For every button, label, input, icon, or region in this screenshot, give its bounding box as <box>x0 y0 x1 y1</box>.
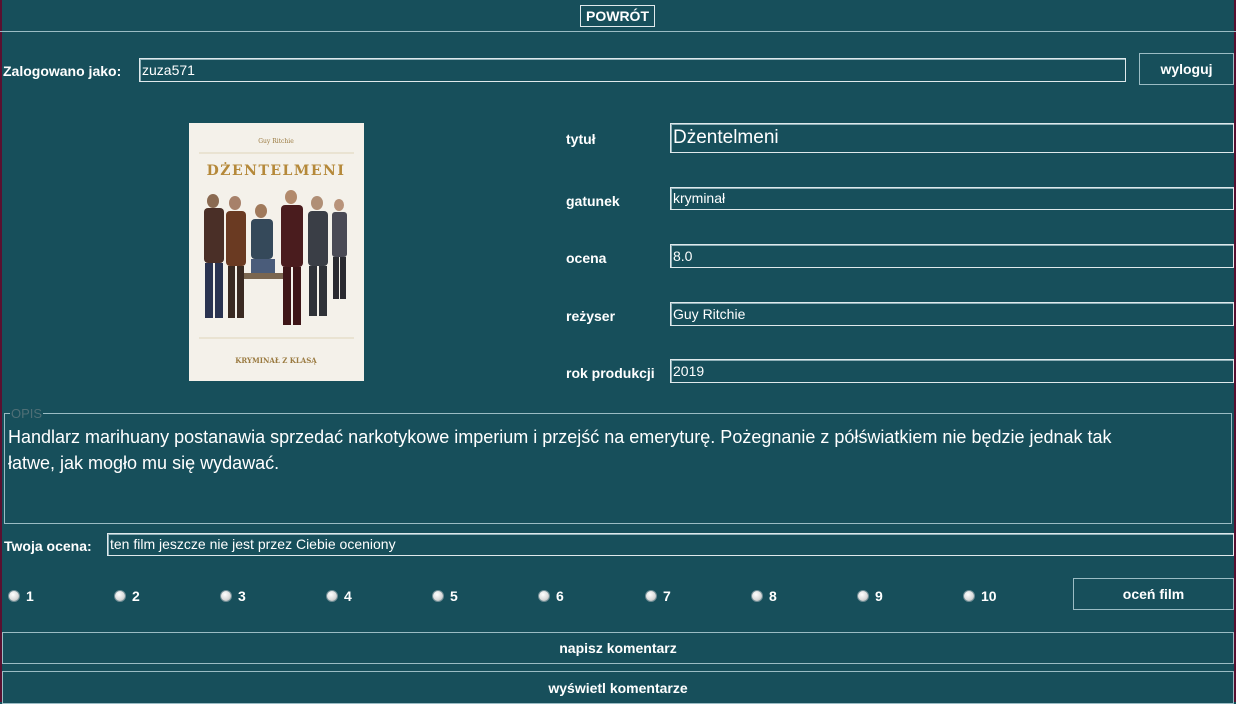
rating-option-label: 1 <box>26 588 34 604</box>
rating-option-label: 9 <box>875 588 883 604</box>
rating-option-label: 2 <box>132 588 140 604</box>
rating-option-6[interactable]: 6 <box>538 588 564 604</box>
logout-button[interactable]: wyloguj <box>1139 53 1234 85</box>
rate-movie-button[interactable]: oceń film <box>1073 578 1234 610</box>
back-button[interactable]: POWRÓT <box>580 5 655 27</box>
rating-option-1[interactable]: 1 <box>8 588 34 604</box>
rating-option-7[interactable]: 7 <box>645 588 671 604</box>
rating-option-label: 7 <box>663 588 671 604</box>
rating-label: ocena <box>566 250 607 266</box>
rating-option-label: 3 <box>238 588 246 604</box>
write-comment-button[interactable]: napisz komentarz <box>2 632 1234 664</box>
rating-option-8[interactable]: 8 <box>751 588 777 604</box>
rating-option-3[interactable]: 3 <box>220 588 246 604</box>
your-rating-field[interactable]: ten film jeszcze nie jest przez Ciebie o… <box>107 533 1234 556</box>
rating-option-9[interactable]: 9 <box>857 588 883 604</box>
rating-option-label: 5 <box>450 588 458 604</box>
rating-field[interactable]: 8.0 <box>670 244 1234 268</box>
year-field[interactable]: 2019 <box>670 359 1234 383</box>
logged-in-label: Zalogowano jako: <box>3 63 122 79</box>
rating-option-5[interactable]: 5 <box>432 588 458 604</box>
radio-icon[interactable] <box>645 590 657 602</box>
rating-option-label: 6 <box>556 588 564 604</box>
genre-field[interactable]: kryminał <box>670 187 1234 210</box>
radio-icon[interactable] <box>751 590 763 602</box>
radio-icon[interactable] <box>432 590 444 602</box>
radio-icon[interactable] <box>114 590 126 602</box>
rating-option-10[interactable]: 10 <box>963 588 997 604</box>
description-legend: OPIS <box>11 406 43 421</box>
rating-option-label: 10 <box>981 588 997 604</box>
poster-tagline-text: KRYMINAŁ Z KLASĄ <box>235 356 317 365</box>
genre-label: gatunek <box>566 193 620 209</box>
description-box: OPIS Handlarz marihuany postanawia sprze… <box>4 406 1232 524</box>
radio-icon[interactable] <box>326 590 338 602</box>
show-comments-button[interactable]: wyświetl komentarze <box>2 671 1234 704</box>
rating-option-4[interactable]: 4 <box>326 588 352 604</box>
poster-image: Guy Ritchie DŻENTELMENI KRYMINAŁ Z KLASĄ <box>189 123 364 381</box>
poster-title-text: DŻENTELMENI <box>207 160 346 179</box>
title-label: tytuł <box>566 131 596 147</box>
radio-icon[interactable] <box>538 590 550 602</box>
username-field[interactable]: zuza571 <box>139 58 1126 82</box>
radio-icon[interactable] <box>963 590 975 602</box>
year-label: rok produkcji <box>566 365 655 381</box>
director-field[interactable]: Guy Ritchie <box>670 302 1234 326</box>
poster-presenter-text: Guy Ritchie <box>258 138 294 145</box>
movie-poster: Guy Ritchie DŻENTELMENI KRYMINAŁ Z KLASĄ <box>189 123 364 381</box>
rating-option-2[interactable]: 2 <box>114 588 140 604</box>
description-text[interactable]: Handlarz marihuany postanawia sprzedać n… <box>8 424 1148 476</box>
your-rating-label: Twoja ocena: <box>4 538 92 554</box>
title-field[interactable]: Dżentelmeni <box>670 123 1234 153</box>
rating-option-label: 8 <box>769 588 777 604</box>
director-label: reżyser <box>566 308 616 324</box>
radio-icon[interactable] <box>8 590 20 602</box>
rating-option-label: 4 <box>344 588 352 604</box>
radio-icon[interactable] <box>857 590 869 602</box>
radio-icon[interactable] <box>220 590 232 602</box>
